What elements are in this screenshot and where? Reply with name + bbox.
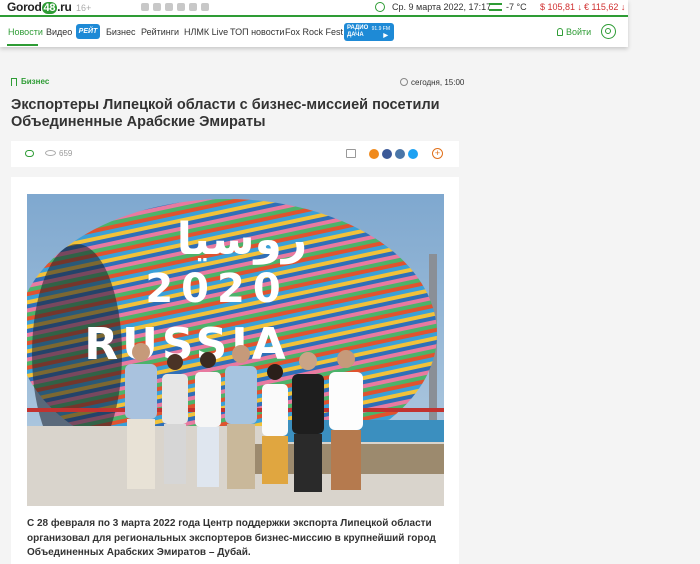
social-links — [141, 3, 209, 11]
facebook-share-icon[interactable] — [382, 149, 392, 159]
photo-illustration: روسيا 2020 RUSSIA — [27, 194, 444, 506]
vk-share-icon[interactable] — [395, 149, 405, 159]
weather-icon — [489, 3, 502, 11]
view-count: 659 — [59, 149, 73, 158]
article-card: روسيا 2020 RUSSIA С 28 февраля по 3 март… — [11, 177, 459, 564]
clock-icon — [375, 2, 385, 12]
twitter-share-icon[interactable] — [408, 149, 418, 159]
clock-icon — [400, 78, 408, 86]
current-date: Ср. 9 марта 2022, 17:17 — [392, 2, 492, 12]
weather-temp: -7 °C — [506, 2, 527, 12]
article-photo: روسيا 2020 RUSSIA — [27, 194, 444, 506]
ok-icon[interactable] — [153, 3, 161, 11]
youtube-icon[interactable] — [189, 3, 197, 11]
print-icon[interactable] — [346, 149, 356, 158]
rating-badge[interactable]: РЕЙТ — [76, 24, 100, 39]
odnoklassniki-share-icon[interactable] — [369, 149, 379, 159]
nav-item-top-news[interactable]: ТОП новости — [230, 27, 284, 37]
pavilion-name-sign: RUSSIA — [84, 319, 289, 370]
eye-icon — [45, 150, 56, 156]
facebook-icon[interactable] — [165, 3, 173, 11]
mail-icon[interactable] — [201, 3, 209, 11]
user-icon — [557, 28, 563, 36]
article-category[interactable]: Бизнес — [21, 77, 49, 86]
nav-item-nlmk-live[interactable]: НЛМК Live — [184, 27, 228, 37]
comment-icon[interactable] — [25, 150, 34, 157]
article-title: Экспортеры Липецкой области с бизнес-мис… — [11, 97, 440, 130]
nav-item-news[interactable]: Новости — [8, 27, 43, 37]
article-toolbar: 659 + — [11, 141, 459, 167]
usd-rate: $ 105,81 ↓ — [540, 2, 583, 12]
top-bar: Gorod 48 .ru 16+ Ср. 9 марта 2022, 17:17 -… — [0, 0, 628, 15]
play-icon: ▶ — [383, 33, 388, 39]
search-button[interactable] — [601, 24, 616, 39]
nav-item-ratings[interactable]: Рейтинги — [141, 27, 179, 37]
vk-icon[interactable] — [141, 3, 149, 11]
login-link[interactable]: Войти — [566, 27, 591, 37]
nav-item-fox-rock-fest[interactable]: Fox Rock Fest — [285, 27, 343, 37]
main-nav: Новости Видео РЕЙТ Бизнес Рейтинги НЛМК … — [0, 17, 628, 47]
pavilion-year-sign: 2020 — [145, 266, 288, 312]
more-share-icon[interactable]: + — [432, 148, 443, 159]
eur-rate: € 115,62 ↓ — [584, 2, 626, 12]
radio-frequency: 91.9 FM — [371, 26, 390, 32]
nav-item-video[interactable]: Видео — [46, 27, 72, 37]
telegram-icon[interactable] — [177, 3, 185, 11]
nav-item-business[interactable]: Бизнес — [106, 27, 136, 37]
age-rating: 16+ — [76, 3, 92, 13]
bookmark-icon — [11, 78, 17, 86]
radio-dacha-button[interactable]: РАДИО ДАЧА 91.9 FM ▶ — [344, 23, 394, 41]
site-logo[interactable]: Gorod 48 .ru — [7, 0, 72, 14]
article-time: сегодня, 15:00 — [411, 78, 465, 87]
article-lead: С 28 февраля по 3 марта 2022 года Центр … — [27, 518, 436, 558]
site-header: Gorod 48 .ru 16+ Ср. 9 марта 2022, 17:17 -… — [0, 0, 628, 47]
pavilion-arabic-sign: روسيا — [177, 214, 307, 265]
nav-active-indicator — [7, 44, 38, 46]
